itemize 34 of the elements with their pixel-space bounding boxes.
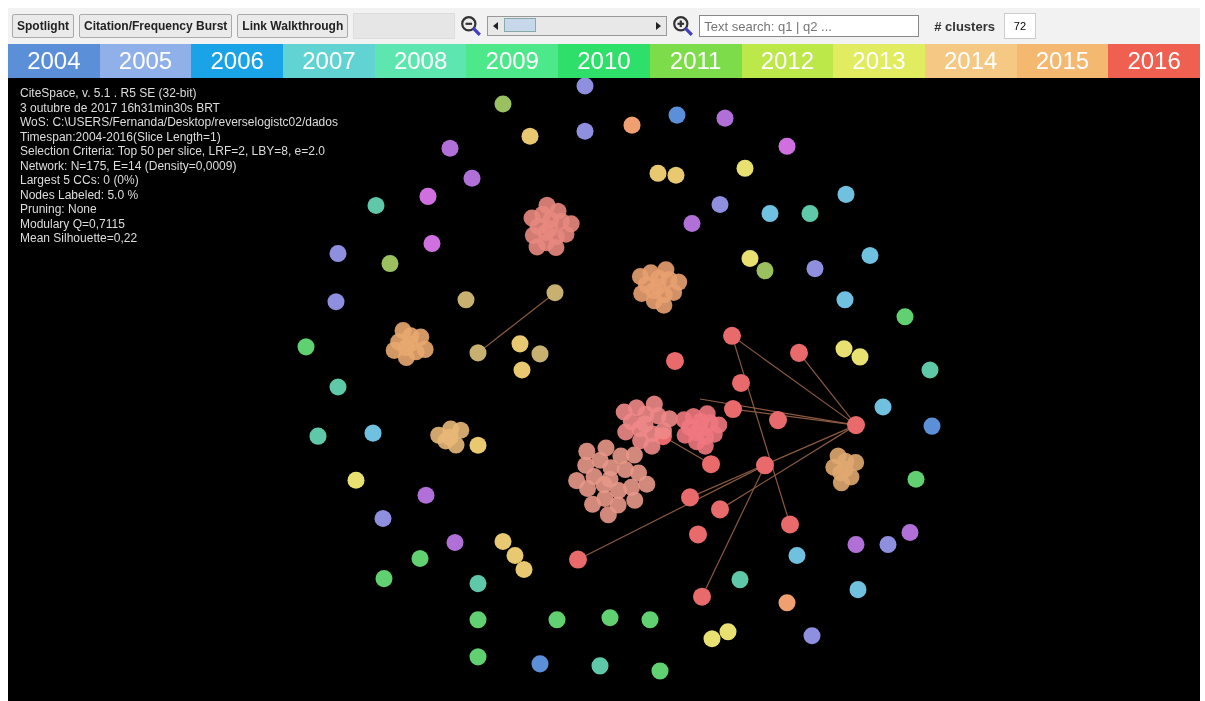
- info-text: 3 outubre de 2017 16h31min30s BRT: [20, 100, 221, 115]
- search-field[interactable]: Text search: q1 | q2 ...: [699, 15, 920, 37]
- year-label: 2013: [833, 44, 925, 78]
- year-label: 2006: [191, 44, 284, 78]
- zoom-slider[interactable]: [487, 16, 668, 36]
- info-text: Pruning: None: [20, 202, 98, 217]
- clusters-field[interactable]: 72: [1003, 13, 1036, 39]
- zoom-out-icon[interactable]: [460, 15, 483, 37]
- year-label: 2004: [8, 44, 100, 78]
- info-text: WoS: C:\USERS/Fernanda/Desktop/reverselogistc02/dados: [20, 115, 338, 130]
- info-text: CiteSpace, v. 5.1 . R5 SE (32-bit): [20, 86, 198, 101]
- info-text: Selection Criteria: Top 50 per slice, LRF=2, LBY=8, e=2.0: [20, 144, 326, 159]
- info-text: Modulary Q=0,7115: [20, 216, 126, 231]
- year-label: 2009: [466, 44, 559, 78]
- year-label: 2005: [99, 44, 192, 78]
- zoom-in-icon[interactable]: [672, 15, 695, 37]
- info-text: Nodes Labeled: 5.0 %: [20, 187, 140, 202]
- year-label: 2014: [924, 44, 1017, 78]
- year-label: 2012: [741, 44, 834, 78]
- clusters-label: # clusters: [934, 18, 995, 34]
- info-text: Network: N=175, E=14 (Density=0,0009): [20, 158, 238, 173]
- year-label: 2007: [283, 44, 375, 78]
- toolbar-button[interactable]: Citation/Frequency Burst: [79, 14, 233, 38]
- info-text: Largest 5 CCs: 0 (0%): [20, 173, 140, 188]
- info-text: Mean Silhouette=0,22: [20, 231, 139, 246]
- toolbar-button[interactable]: Link Walkthrough: [237, 14, 349, 38]
- year-label: 2015: [1016, 44, 1109, 78]
- toolbar-button[interactable]: Spotlight: [12, 14, 74, 38]
- info-text: Timespan:2004-2016(Slice Length=1): [20, 129, 222, 144]
- year-label: 2010: [558, 44, 650, 78]
- year-label: 2008: [374, 44, 467, 78]
- year-label: 2011: [649, 44, 742, 78]
- slider-thumb[interactable]: [504, 18, 537, 32]
- year-label: 2016: [1108, 44, 1200, 78]
